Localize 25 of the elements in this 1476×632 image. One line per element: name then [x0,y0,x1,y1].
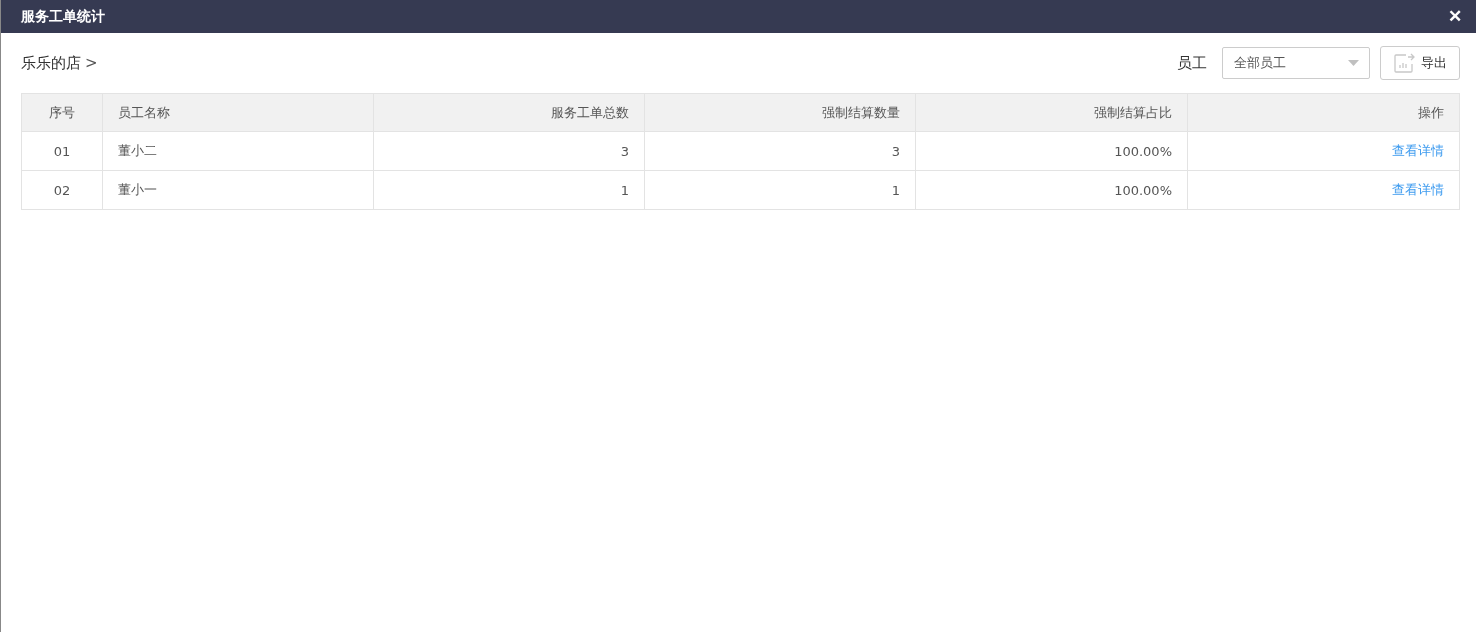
table-cell: 01 [22,132,103,171]
column-header: 服务工单总数 [374,94,645,132]
column-header: 序号 [22,94,103,132]
table-cell: 1 [645,171,916,210]
table-cell: 02 [22,171,103,210]
column-header: 员工名称 [103,94,374,132]
table-cell: 100.00% [916,171,1188,210]
caret-icon [1348,60,1359,66]
column-header: 操作 [1188,94,1460,132]
filter-label: 员工 [1177,53,1207,73]
table-cell: 董小二 [103,132,374,171]
column-header: 强制结算占比 [916,94,1188,132]
export-button[interactable]: 导出 [1380,46,1460,80]
table-cell: 董小一 [103,171,374,210]
chevron: > [85,53,98,73]
table-cell: 3 [645,132,916,171]
table-cell: 100.00% [916,132,1188,171]
column-header: 强制结算数量 [645,94,916,132]
employee-dropdown[interactable]: 全部员工 [1222,47,1370,79]
store-name[interactable]: 乐乐的店 [21,53,81,73]
close-button[interactable]: ✕ [1448,6,1462,27]
table-cell: 1 [374,171,645,210]
window-title: 服务工单统计 [21,7,105,26]
table-cell: 3 [374,132,645,171]
chart-icon [1393,52,1415,74]
